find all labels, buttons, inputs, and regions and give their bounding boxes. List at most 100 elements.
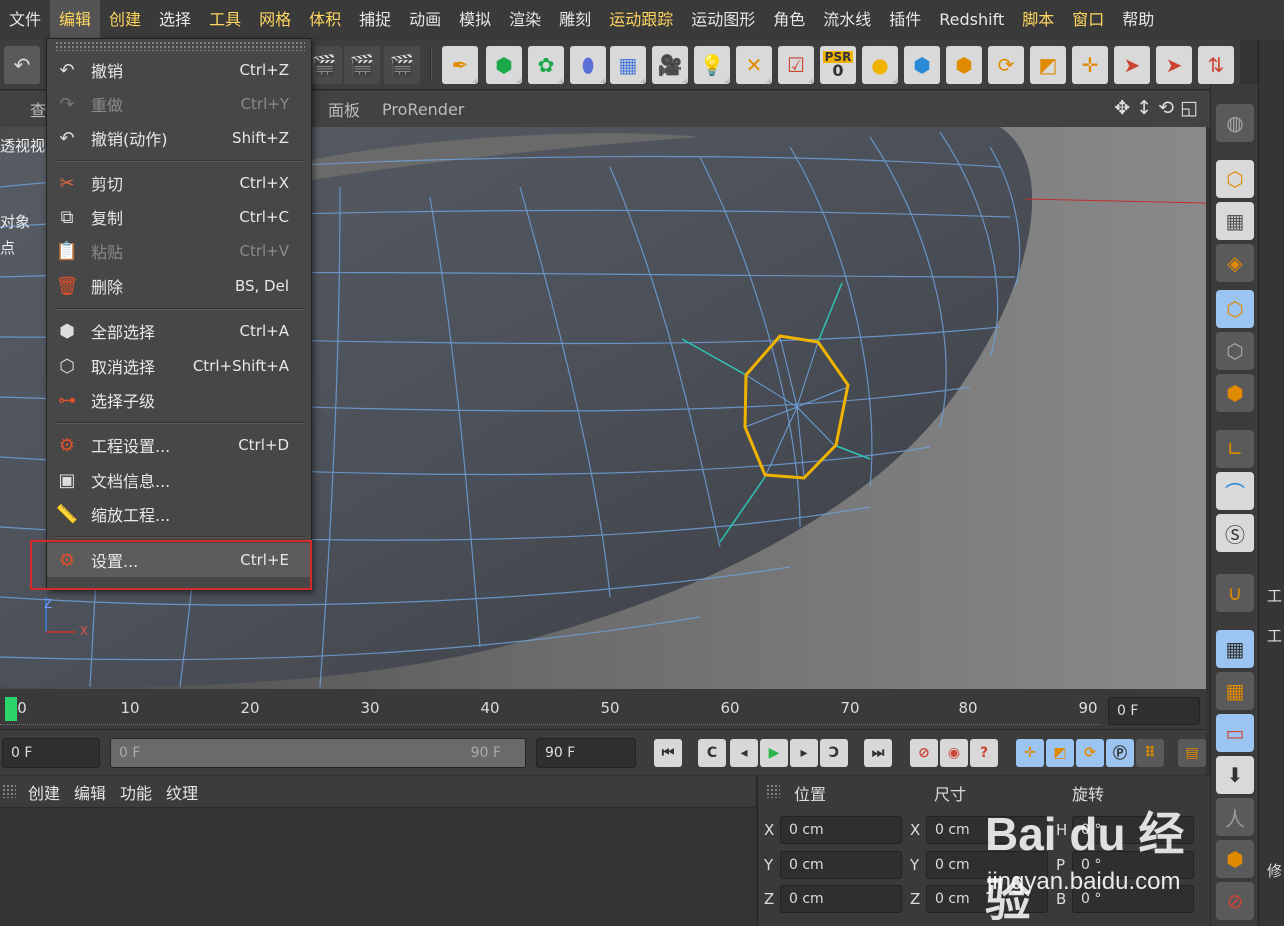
menu-tearoff-grip[interactable]	[55, 41, 305, 51]
rotation-h-field[interactable]: 0 °	[1072, 816, 1194, 844]
camera-icon[interactable]: 🎥	[652, 46, 688, 84]
menu-item-document-info[interactable]: ▣ 文档信息...	[47, 463, 311, 497]
menu-render[interactable]: 渲染	[500, 0, 550, 40]
maximize-view-icon[interactable]: ◱	[1180, 97, 1198, 119]
viewport-menu-prorender[interactable]: ProRender	[382, 100, 464, 119]
play-icon[interactable]: ▶	[760, 739, 788, 767]
rotation-p-field[interactable]: 0 °	[1072, 851, 1194, 879]
psr-button[interactable]: PSR 0	[820, 46, 856, 84]
menu-pipeline[interactable]: 流水线	[814, 0, 880, 40]
edge-mode-icon[interactable]: ⬡	[1216, 290, 1254, 328]
object-select-icon[interactable]: ⬢	[1216, 374, 1254, 412]
menu-help[interactable]: 帮助	[1113, 0, 1163, 40]
undo-icon[interactable]: ↶	[4, 46, 40, 84]
menu-item-select-children[interactable]: ⊶ 选择子级	[47, 383, 311, 417]
timeline-playhead[interactable]	[5, 697, 17, 721]
floor-icon[interactable]: ▦	[610, 46, 646, 84]
scene-icon[interactable]: ☑	[778, 46, 814, 84]
position-z-field[interactable]: 0 cm	[780, 885, 902, 913]
globe-icon[interactable]: ◍	[1216, 104, 1254, 142]
go-to-end-icon[interactable]: ⏭	[864, 739, 892, 767]
rotate-view-icon[interactable]: ⟲	[1158, 97, 1174, 119]
menu-item-delete[interactable]: 🗑 删除 BS, Del	[47, 269, 311, 303]
checker-icon[interactable]: ▦	[1216, 202, 1254, 240]
menu-motion-tracker[interactable]: 运动跟踪	[600, 0, 682, 40]
menu-item-deselect[interactable]: ⬡ 取消选择 Ctrl+Shift+A	[47, 349, 311, 383]
menu-simulate[interactable]: 模拟	[450, 0, 500, 40]
render-picture-viewer-icon[interactable]: 🎬	[344, 46, 380, 84]
menu-item-copy[interactable]: ⧉ 复制 Ctrl+C	[47, 200, 311, 234]
deformer-icon[interactable]: ⬮	[570, 46, 606, 84]
start-frame-field[interactable]: 0 F	[2, 738, 100, 768]
workplane-icon[interactable]: ▦	[1216, 672, 1254, 710]
position-x-field[interactable]: 0 cm	[780, 816, 902, 844]
menu-item-paste[interactable]: 📋 粘贴 Ctrl+V	[47, 234, 311, 268]
menu-create[interactable]: 创建	[100, 0, 150, 40]
prev-frame-icon[interactable]: ◂	[730, 739, 758, 767]
axis-tool-icon[interactable]: ⇅	[1198, 46, 1234, 84]
texture-icon[interactable]: ◈	[1216, 244, 1254, 282]
rotation-b-field[interactable]: 0 °	[1072, 885, 1194, 913]
menu-script[interactable]: 脚本	[1013, 0, 1063, 40]
figure-icon[interactable]: 人	[1216, 798, 1254, 836]
position-y-field[interactable]: 0 cm	[780, 851, 902, 879]
cube-primitive-icon[interactable]: ⬢	[486, 46, 522, 84]
menu-animate[interactable]: 动画	[400, 0, 450, 40]
menu-plugins[interactable]: 插件	[880, 0, 930, 40]
subdivision-icon[interactable]: ✿	[528, 46, 564, 84]
key-rotation-icon[interactable]: ⟳	[1076, 739, 1104, 767]
window-icon[interactable]: ▭	[1216, 714, 1254, 752]
panel-grip[interactable]	[2, 784, 16, 798]
menu-select[interactable]: 选择	[150, 0, 200, 40]
zoom-view-icon[interactable]: ↕	[1136, 97, 1152, 119]
material-menu-edit[interactable]: 编辑	[74, 780, 106, 804]
material-menu-create[interactable]: 创建	[28, 780, 60, 804]
record-icon[interactable]: ⊘	[910, 739, 938, 767]
menu-file[interactable]: 文件	[0, 0, 50, 40]
menu-item-cut[interactable]: ✂ 剪切 Ctrl+X	[47, 166, 311, 200]
menu-item-undo-action[interactable]: ↶ 撤销(动作) Shift+Z	[47, 121, 311, 155]
material-menu-function[interactable]: 功能	[120, 780, 152, 804]
move-icon[interactable]: ✛	[1072, 46, 1108, 84]
menu-item-redo[interactable]: ↷ 重做 Ctrl+Y	[47, 87, 311, 121]
tweak-icon[interactable]: ⌒	[1216, 472, 1254, 510]
timeline-menu-icon[interactable]: ▤	[1178, 739, 1206, 767]
live-select-icon[interactable]: ➤	[1114, 46, 1150, 84]
menu-item-preferences[interactable]: ⚙ 设置... Ctrl+E	[47, 543, 311, 577]
menu-item-select-all[interactable]: ⬢ 全部选择 Ctrl+A	[47, 314, 311, 348]
go-to-start-icon[interactable]: ⏮	[654, 739, 682, 767]
viewport-menu-view[interactable]: 查	[30, 97, 46, 121]
render-settings-icon[interactable]: 🎬	[384, 46, 420, 84]
menu-snap[interactable]: 捕捉	[350, 0, 400, 40]
rotate-icon[interactable]: ⟳	[988, 46, 1024, 84]
key-param-icon[interactable]: Ⓟ	[1106, 739, 1134, 767]
right-panel-label-2[interactable]: 工	[1267, 625, 1282, 646]
end-frame-field[interactable]: 90 F	[536, 738, 636, 768]
lock-workplane-icon[interactable]: ▦	[1216, 630, 1254, 668]
viewport-menu-panel[interactable]: 面板	[328, 97, 360, 121]
menu-tools[interactable]: 工具	[200, 0, 250, 40]
light-icon[interactable]: 💡	[694, 46, 730, 84]
menu-mesh[interactable]: 网格	[250, 0, 300, 40]
download-icon[interactable]: ⬇	[1216, 756, 1254, 794]
menu-mograph[interactable]: 运动图形	[682, 0, 764, 40]
polygon-mode-icon[interactable]: ⬡	[1216, 332, 1254, 370]
panel-grip[interactable]	[766, 784, 780, 798]
menu-volume[interactable]: 体积	[300, 0, 350, 40]
xyz-icon[interactable]: ●	[862, 46, 898, 84]
menu-edit[interactable]: 编辑	[50, 0, 101, 40]
material-menu-texture[interactable]: 纹理	[166, 780, 198, 804]
model-mode-icon[interactable]: ⬢	[904, 46, 940, 84]
timeline[interactable]: 0 10 20 30 40 50 60 70 80 90 0 F	[0, 689, 1206, 729]
menu-item-undo[interactable]: ↶ 撤销 Ctrl+Z	[47, 53, 311, 87]
menu-sculpt[interactable]: 雕刻	[550, 0, 600, 40]
material-manager-body[interactable]	[0, 808, 755, 926]
paint-icon[interactable]: ⬢	[1216, 840, 1254, 878]
menu-item-project-settings[interactable]: ⚙ 工程设置... Ctrl+D	[47, 428, 311, 462]
points-mode-icon[interactable]: ⬡	[1216, 160, 1254, 198]
key-position-icon[interactable]: ✛	[1016, 739, 1044, 767]
menu-window[interactable]: 窗口	[1063, 0, 1113, 40]
key-scale-icon[interactable]: ◩	[1046, 739, 1074, 767]
no-entry-icon[interactable]: ⊘	[1216, 882, 1254, 920]
right-panel-label-1[interactable]: 工	[1267, 585, 1282, 606]
